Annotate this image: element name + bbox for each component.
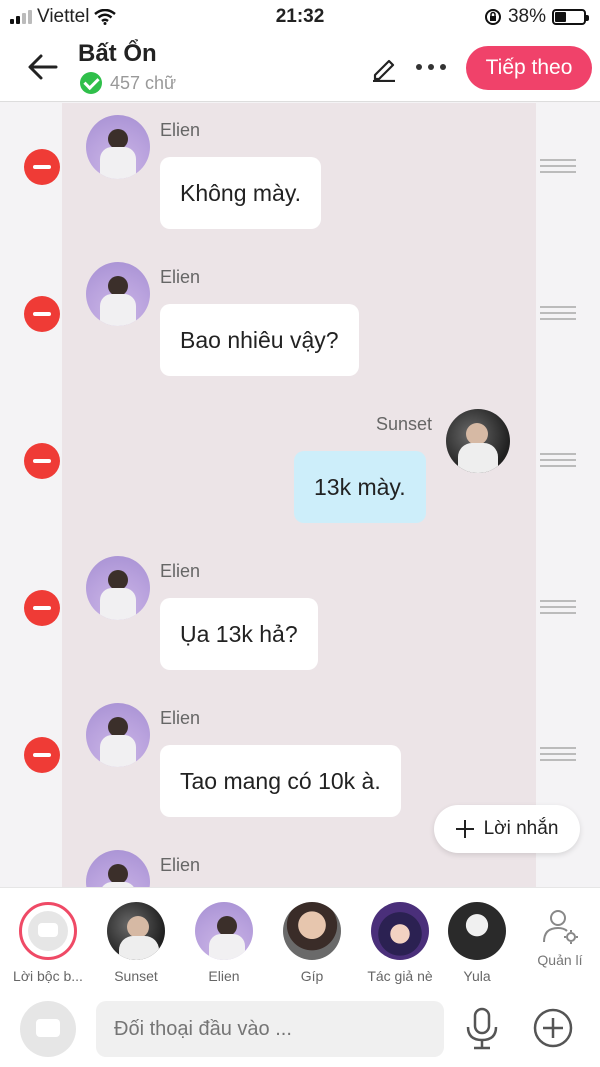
message-bubble[interactable]: 13k mày. (294, 451, 426, 523)
character-gip[interactable]: Gíp (272, 902, 352, 984)
speaker-name: Elien (160, 267, 201, 287)
minus-circle-icon[interactable] (24, 590, 60, 626)
message-bubble[interactable]: Tao mang có 10k à. (160, 745, 401, 817)
user-gear-icon (543, 910, 578, 944)
avatar[interactable] (86, 115, 150, 179)
status-bar: Viettel 21:32 38% (0, 0, 600, 34)
character-label: Lời bộc b... (13, 968, 83, 984)
character-tac-gia[interactable]: Tác giả nè (360, 902, 440, 984)
minus-circle-icon[interactable] (24, 149, 60, 185)
plus-icon (455, 820, 474, 838)
minus-circle-icon[interactable] (24, 443, 60, 479)
character-narrator[interactable]: Lời bộc b... (8, 902, 88, 984)
avatar[interactable] (86, 850, 150, 887)
minus-circle-icon[interactable] (24, 737, 60, 773)
status-right: 38% (484, 6, 589, 28)
microphone-icon[interactable] (462, 1007, 502, 1051)
character-label: Elien (208, 968, 240, 984)
chat-area[interactable]: Elien Không mày. Elien Bao nhiêu vậy? Su… (0, 103, 600, 887)
check-icon (80, 72, 102, 94)
avatar (283, 902, 341, 960)
next-button[interactable]: Tiếp theo (466, 46, 592, 90)
dialogue-input[interactable] (96, 1001, 444, 1057)
minus-circle-icon[interactable] (24, 296, 60, 332)
speaker-name: Elien (160, 561, 201, 581)
speaker-name: Sunset (376, 414, 433, 434)
narrator-icon (19, 902, 77, 960)
character-label: Yula (463, 968, 491, 984)
character-elien[interactable]: Elien (184, 902, 264, 984)
avatar[interactable] (446, 409, 510, 473)
story-title[interactable]: Bất Ổn (78, 40, 157, 68)
message-bubble[interactable]: Không mày. (160, 157, 322, 229)
character-yula[interactable]: Yula (448, 902, 506, 984)
message-bubble[interactable]: Bao nhiêu vậy? (160, 304, 359, 376)
message-row[interactable]: Sunset 13k mày. (0, 397, 600, 544)
character-label: Gíp (300, 968, 324, 984)
arrow-left-icon[interactable] (26, 50, 60, 84)
drag-handle-icon[interactable] (540, 306, 576, 320)
character-label: Sunset (114, 968, 158, 984)
avatar[interactable] (86, 556, 150, 620)
speaker-name: Elien (160, 708, 201, 728)
drag-handle-icon[interactable] (540, 159, 576, 173)
avatar (107, 902, 165, 960)
word-count: 457 chữ (80, 72, 176, 94)
drag-handle-icon[interactable] (540, 600, 576, 614)
drag-handle-icon[interactable] (540, 747, 576, 761)
narration-toggle-button[interactable] (20, 1001, 76, 1057)
speaker-name: Elien (160, 855, 201, 875)
battery-percent: 38% (507, 6, 546, 27)
avatar[interactable] (86, 262, 150, 326)
input-bar (0, 987, 600, 1067)
manage-characters-button[interactable]: Quản lí (528, 906, 592, 968)
manage-label: Quản lí (537, 952, 583, 968)
avatar (448, 902, 506, 960)
character-label: Tác giả nè (367, 968, 433, 984)
battery-icon (552, 9, 589, 25)
add-message-button[interactable]: Lời nhắn (434, 805, 580, 853)
speaker-name: Elien (160, 120, 201, 140)
word-count-text: 457 chữ (110, 72, 177, 93)
message-row[interactable]: Elien Không mày. (0, 103, 600, 250)
message-row[interactable]: Elien Ụa 13k hả? (0, 544, 600, 691)
plus-icon[interactable] (532, 1007, 574, 1049)
avatar (195, 902, 253, 960)
add-message-label: Lời nhắn (483, 818, 559, 839)
message-bubble[interactable]: Ụa 13k hả? (160, 598, 318, 670)
message-row[interactable]: Elien Bao nhiêu vậy? (0, 250, 600, 397)
character-bar: Lời bộc b... Sunset Elien Gíp Tác giả nè… (0, 887, 600, 987)
rotation-lock-icon (484, 9, 501, 25)
editor-header: Bất Ổn 457 chữ Tiếp theo (0, 34, 600, 102)
pencil-icon[interactable] (370, 54, 398, 82)
avatar (371, 902, 429, 960)
avatar[interactable] (86, 703, 150, 767)
more-icon[interactable] (416, 64, 446, 70)
drag-handle-icon[interactable] (540, 453, 576, 467)
character-sunset[interactable]: Sunset (96, 902, 176, 984)
